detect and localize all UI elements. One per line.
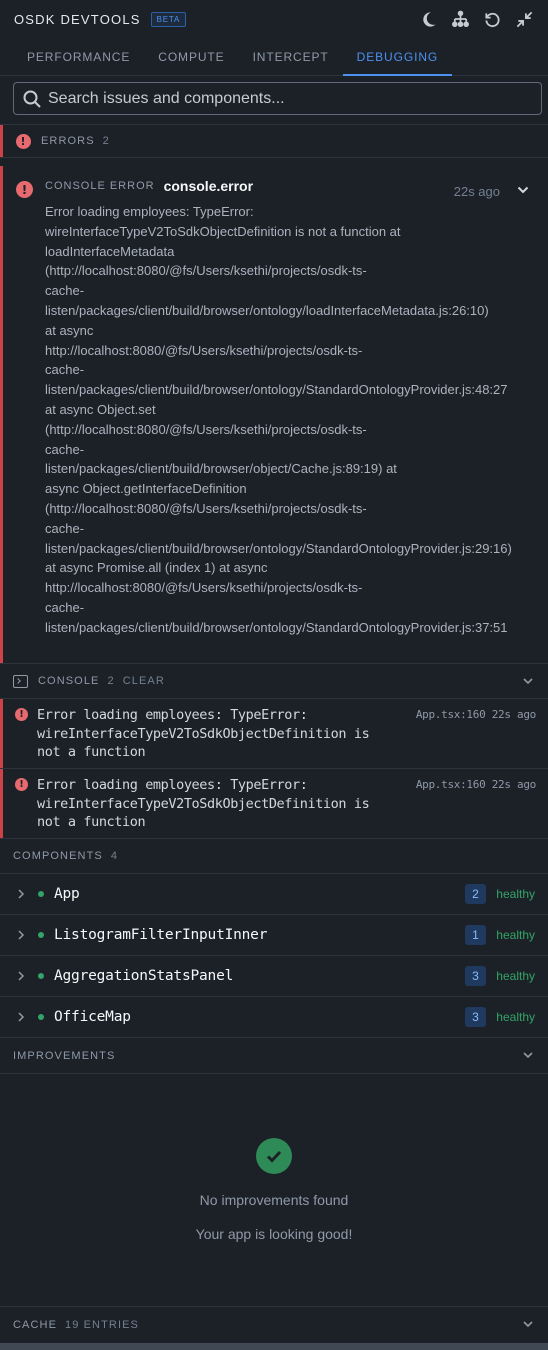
error-icon: ! [16, 133, 31, 149]
devtools-header: OSDK DEVTOOLS BETA [0, 0, 548, 38]
errors-label: ERRORS [41, 135, 95, 147]
improvements-section-header[interactable]: IMPROVEMENTS [0, 1038, 548, 1074]
components-count: 4 [110, 850, 119, 862]
header-actions [418, 9, 534, 29]
tab-debugging[interactable]: DEBUGGING [342, 38, 453, 76]
log-location[interactable]: App.tsx:160 [416, 708, 486, 721]
chevron-down-icon[interactable] [522, 675, 534, 687]
component-row[interactable]: ListogramFilterInputInner 1 healthy [0, 915, 548, 956]
empty-state-title: No improvements found [199, 1192, 349, 1208]
cache-label: CACHE [13, 1318, 58, 1331]
console-log-entry[interactable]: ! Error loading employees: TypeError: wi… [0, 699, 548, 769]
component-status: healthy [496, 887, 535, 901]
component-count-badge: 3 [465, 966, 486, 986]
terminal-icon [13, 674, 28, 688]
error-timestamp: 22s ago [453, 184, 500, 199]
search-box [13, 82, 542, 115]
improvements-label: IMPROVEMENTS [13, 1049, 116, 1062]
horizontal-scrollbar[interactable] [0, 1343, 548, 1350]
health-dot [38, 932, 44, 938]
error-card[interactable]: ! CONSOLE ERROR console.error 22s ago Er… [0, 166, 548, 664]
component-count-badge: 1 [465, 925, 486, 945]
console-section-header[interactable]: CONSOLE 2 CLEAR [0, 664, 548, 699]
component-name: OfficeMap [54, 1009, 131, 1025]
component-count-badge: 3 [465, 1007, 486, 1027]
cache-section-header[interactable]: CACHE 19 ENTRIES [0, 1307, 548, 1342]
app-title: OSDK DEVTOOLS [14, 11, 141, 27]
console-count: 2 [107, 675, 115, 687]
component-status: healthy [496, 1010, 535, 1024]
component-count-badge: 2 [465, 884, 486, 904]
tab-intercept[interactable]: INTERCEPT [239, 38, 343, 75]
chevron-right-icon[interactable] [16, 889, 26, 899]
error-message: Error loading employees: TypeError: wire… [45, 204, 512, 635]
health-dot [38, 973, 44, 979]
component-name: AggregationStatsPanel [54, 968, 234, 984]
log-time: 22s ago [491, 708, 537, 721]
empty-state-subtitle: Your app is looking good! [195, 1226, 353, 1242]
moon-icon[interactable] [418, 9, 438, 29]
component-name: App [54, 886, 80, 902]
search-icon [23, 90, 41, 108]
log-location[interactable]: App.tsx:160 [416, 778, 486, 791]
minimize-icon[interactable] [514, 9, 534, 29]
component-row[interactable]: AggregationStatsPanel 3 healthy [0, 956, 548, 997]
error-icon: ! [16, 181, 33, 198]
chevron-down-icon[interactable] [522, 1049, 534, 1061]
search-container [0, 76, 548, 120]
error-icon: ! [15, 778, 28, 791]
chevron-down-icon[interactable] [522, 1318, 534, 1330]
tab-bar: PERFORMANCE COMPUTE INTERCEPT DEBUGGING [0, 38, 548, 76]
cache-count: 19 ENTRIES [65, 1318, 139, 1331]
errors-section-header: ! ERRORS 2 [0, 124, 548, 158]
log-time: 22s ago [491, 778, 537, 791]
component-row[interactable]: App 2 healthy [0, 874, 548, 915]
component-row[interactable]: OfficeMap 3 healthy [0, 997, 548, 1038]
errors-count: 2 [102, 135, 110, 147]
hierarchy-icon[interactable] [450, 9, 470, 29]
error-icon: ! [15, 708, 28, 721]
beta-badge: BETA [150, 11, 187, 27]
console-label: CONSOLE [38, 675, 100, 687]
tab-compute[interactable]: COMPUTE [144, 38, 238, 75]
log-meta: App.tsx:160 22s ago [416, 778, 536, 791]
component-status: healthy [496, 928, 535, 942]
log-meta: App.tsx:160 22s ago [416, 708, 536, 721]
component-name: ListogramFilterInputInner [54, 927, 268, 943]
refresh-icon[interactable] [482, 9, 502, 29]
components-label: COMPONENTS [13, 850, 103, 862]
error-source: console.error [163, 178, 254, 194]
console-clear-button[interactable]: CLEAR [123, 675, 165, 687]
improvements-empty-state: No improvements found Your app is lookin… [0, 1074, 548, 1307]
health-dot [38, 891, 44, 897]
chevron-down-icon[interactable] [516, 183, 530, 197]
check-circle-icon [256, 1138, 292, 1174]
component-status: healthy [496, 969, 535, 983]
health-dot [38, 1014, 44, 1020]
chevron-right-icon[interactable] [16, 930, 26, 940]
tab-performance[interactable]: PERFORMANCE [13, 38, 144, 75]
console-log-entry[interactable]: ! Error loading employees: TypeError: wi… [0, 769, 548, 839]
search-input[interactable] [48, 89, 533, 108]
chevron-right-icon[interactable] [16, 1012, 26, 1022]
components-section-header: COMPONENTS 4 [0, 839, 548, 874]
error-kind: CONSOLE ERROR [45, 180, 155, 192]
chevron-right-icon[interactable] [16, 971, 26, 981]
